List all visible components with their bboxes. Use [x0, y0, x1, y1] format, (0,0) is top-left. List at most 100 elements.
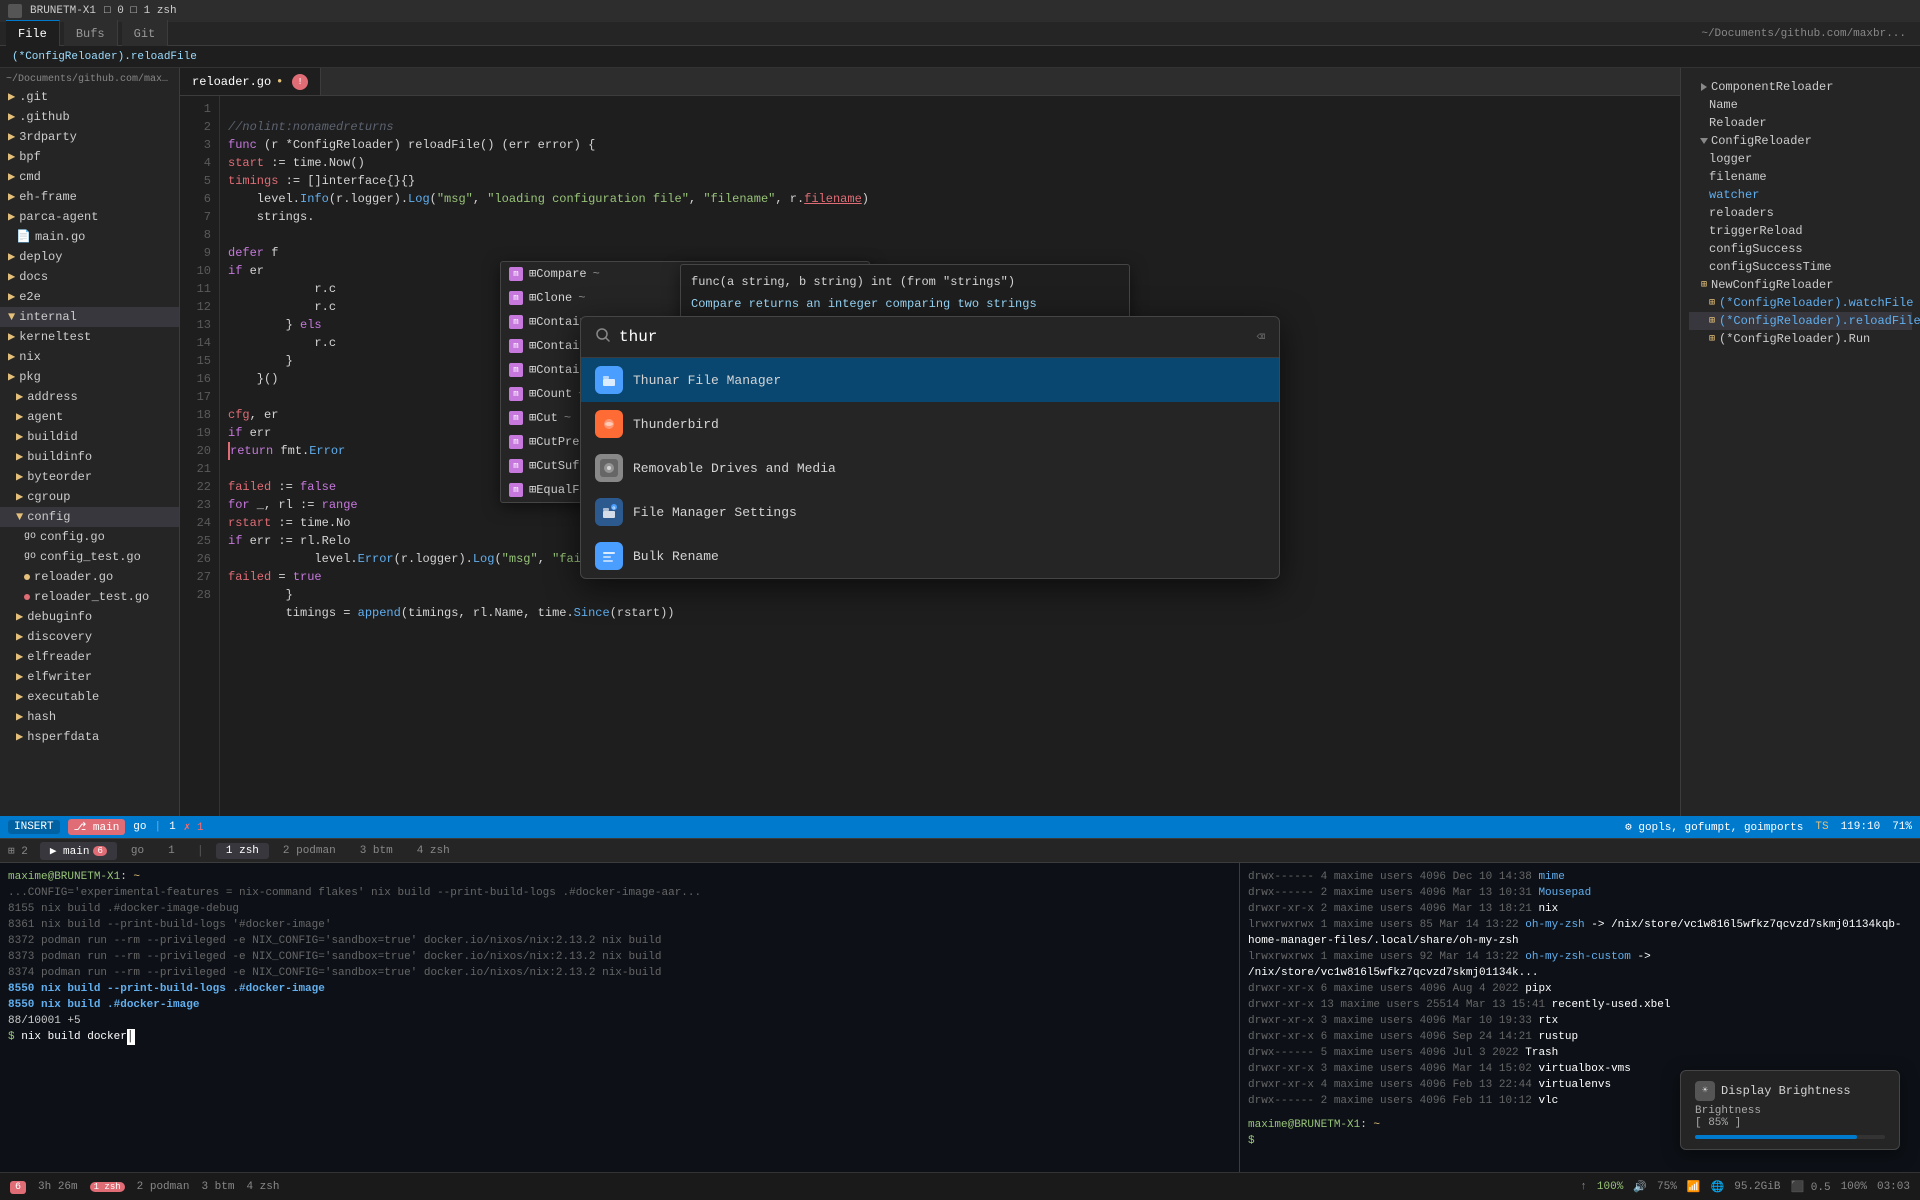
method-icon: ⊞: [1709, 315, 1715, 327]
term-tab-podman[interactable]: 2 podman: [273, 843, 346, 859]
rp-item-logger[interactable]: logger: [1689, 150, 1912, 168]
sidebar-item-deploy[interactable]: ▶deploy: [0, 247, 179, 267]
search-result-thunderbird[interactable]: Thunderbird: [581, 402, 1279, 446]
tab-modified-icon: ●: [277, 77, 282, 86]
sidebar-item-hsperfdata[interactable]: ▶hsperfdata: [0, 727, 179, 747]
line-numbers: 12345 678910 1112131415 1617181920 21222…: [180, 96, 220, 816]
term-tab-zsh1[interactable]: 1 zsh: [216, 843, 269, 859]
mem-label: 95.2GiB: [1734, 1181, 1780, 1193]
sidebar-item-nix[interactable]: ▶nix: [0, 347, 179, 367]
term-tab-main[interactable]: ▶ main 6: [40, 842, 117, 860]
sidebar-item-reloader-go[interactable]: reloader.go: [0, 567, 179, 587]
rp-item-reloadfile[interactable]: ⊞ (*ConfigReloader).reloadFile: [1689, 312, 1912, 330]
code-line: //nolint:nonamedreturns: [228, 118, 1672, 136]
term-tab-go[interactable]: go: [121, 843, 154, 859]
rp-item-trigger-reload[interactable]: triggerReload: [1689, 222, 1912, 240]
editor-tab-reloader[interactable]: reloader.go ● !: [180, 68, 321, 95]
sidebar-item-config[interactable]: ▼config: [0, 507, 179, 527]
term-tab-label: ▶ main: [50, 844, 90, 858]
terminal-left[interactable]: maxime@BRUNETM-X1: ~ ...CONFIG='experime…: [0, 863, 1240, 1172]
tab-git[interactable]: Git: [122, 20, 169, 48]
rp-item-reloader[interactable]: Reloader: [1689, 114, 1912, 132]
search-overlay[interactable]: ⌫ Thunar File Manager: [580, 316, 1280, 579]
zoom: 71%: [1892, 821, 1912, 833]
rp-label: NewConfigReloader: [1711, 278, 1833, 292]
sidebar-item-bpf[interactable]: ▶bpf: [0, 147, 179, 167]
rp-label: (*ConfigReloader).watchFile: [1719, 296, 1913, 310]
term-line: drwxr-xr-x 13 maxime users 25514 Mar 13 …: [1248, 997, 1912, 1013]
sidebar-item-docs[interactable]: ▶docs: [0, 267, 179, 287]
sidebar-item-address[interactable]: ▶address: [0, 387, 179, 407]
sidebar-item-cmd[interactable]: ▶cmd: [0, 167, 179, 187]
sidebar-item-reloader-test-go[interactable]: reloader_test.go: [0, 587, 179, 607]
rp-label: (*ConfigReloader).Run: [1719, 332, 1870, 346]
sidebar-item-discovery[interactable]: ▶discovery: [0, 627, 179, 647]
rp-item-run[interactable]: ⊞ (*ConfigReloader).Run: [1689, 330, 1912, 348]
rp-item-new-config-reloader[interactable]: ⊞ NewConfigReloader: [1689, 276, 1912, 294]
sidebar-item-3rdparty[interactable]: ▶3rdparty: [0, 127, 179, 147]
ac-method-icon: m: [509, 411, 523, 425]
rp-item-config-reloader[interactable]: ConfigReloader: [1689, 132, 1912, 150]
sidebar-item-config-go[interactable]: goconfig.go: [0, 527, 179, 547]
rp-item-component-reloader[interactable]: ComponentReloader: [1689, 78, 1912, 96]
sidebar-item-byteorder[interactable]: ▶byteorder: [0, 467, 179, 487]
search-result-file-settings[interactable]: ⚙ File Manager Settings: [581, 490, 1279, 534]
sidebar-item-kerneltest[interactable]: ▶kerneltest: [0, 327, 179, 347]
sidebar-item-executable[interactable]: ▶executable: [0, 687, 179, 707]
term-line: 8361 nix build --print-build-logs '#dock…: [8, 917, 1231, 933]
term-line: 8372 podman run --rm --privileged -e NIX…: [8, 933, 1231, 949]
search-input[interactable]: [619, 328, 1249, 346]
search-result-bulk-rename[interactable]: Bulk Rename: [581, 534, 1279, 578]
rp-item-reloaders[interactable]: reloaders: [1689, 204, 1912, 222]
sidebar-item-git[interactable]: ▶.git: [0, 87, 179, 107]
term-tab-btm[interactable]: 3 btm: [350, 843, 403, 859]
rp-item-config-success[interactable]: configSuccess: [1689, 240, 1912, 258]
sidebar-item-e2e[interactable]: ▶e2e: [0, 287, 179, 307]
sidebar-path: ~/Documents/github.com/maxbr...: [0, 72, 179, 87]
workspace-indicator: 6: [10, 1181, 26, 1193]
sidebar-item-github[interactable]: ▶.github: [0, 107, 179, 127]
rp-item-watcher[interactable]: watcher: [1689, 186, 1912, 204]
sidebar-item-agent[interactable]: ▶agent: [0, 407, 179, 427]
sidebar-item-cgroup[interactable]: ▶cgroup: [0, 487, 179, 507]
bottom-bar: 6 3h 26m 1 zsh 2 podman 3 btm 4 zsh ↑ 10…: [0, 1172, 1920, 1200]
rp-item-watchfile[interactable]: ⊞ (*ConfigReloader).watchFile: [1689, 294, 1912, 312]
ac-label: ⊞Cut: [529, 409, 558, 427]
rp-item-name[interactable]: Name: [1689, 96, 1912, 114]
term-tab-zsh4[interactable]: 4 zsh: [407, 843, 460, 859]
volume-percent: 75%: [1657, 1181, 1677, 1193]
load-label: ⬛ 0.5: [1790, 1180, 1830, 1194]
rp-item-filename[interactable]: filename: [1689, 168, 1912, 186]
term-line: 88/10001 +5: [8, 1013, 1231, 1029]
sidebar-item-maingo[interactable]: 📄main.go: [0, 227, 179, 247]
sidebar-item-config-test-go[interactable]: goconfig_test.go: [0, 547, 179, 567]
search-result-label: Thunderbird: [633, 417, 719, 432]
sidebar-item-internal[interactable]: ▼internal: [0, 307, 179, 327]
notif-icon: ☀: [1695, 1081, 1715, 1101]
sidebar-item-buildinfo[interactable]: ▶buildinfo: [0, 447, 179, 467]
ac-method-icon: m: [509, 459, 523, 473]
term-line: lrwxrwxrwx 1 maxime users 92 Mar 14 13:2…: [1248, 949, 1912, 981]
sidebar-item-buildid[interactable]: ▶buildid: [0, 427, 179, 447]
search-result-thunar[interactable]: Thunar File Manager: [581, 358, 1279, 402]
sidebar-item-pkg[interactable]: ▶pkg: [0, 367, 179, 387]
battery2-label: 100%: [1841, 1181, 1867, 1193]
volume-icon: 🔊: [1633, 1180, 1647, 1194]
code-line: level.Info(r.logger).Log("msg", "loading…: [228, 190, 1672, 208]
sidebar-item-debuginfo[interactable]: ▶debuginfo: [0, 607, 179, 627]
tab-bufs-label: Bufs: [76, 27, 105, 41]
term-tab-1[interactable]: 1: [158, 843, 185, 859]
sidebar-item-hash[interactable]: ▶hash: [0, 707, 179, 727]
terminal-tabs: ⊞ 2 ▶ main 6 go 1 | 1 zsh 2 podman 3 btm…: [0, 838, 1920, 862]
sidebar-item-parca-agent[interactable]: ▶parca-agent: [0, 207, 179, 227]
search-clear-icon[interactable]: ⌫: [1257, 329, 1265, 346]
term-line: drwx------ 2 maxime users 4096 Mar 13 10…: [1248, 885, 1912, 901]
sidebar-item-eh-frame[interactable]: ▶eh-frame: [0, 187, 179, 207]
rp-item-config-success-time[interactable]: configSuccessTime: [1689, 258, 1912, 276]
search-result-drives[interactable]: Removable Drives and Media: [581, 446, 1279, 490]
tab-file[interactable]: File: [6, 20, 60, 48]
tab-bufs[interactable]: Bufs: [64, 20, 118, 48]
sidebar-item-elfreader[interactable]: ▶elfreader: [0, 647, 179, 667]
time-right: 03:03: [1877, 1181, 1910, 1193]
sidebar-item-elfwriter[interactable]: ▶elfwriter: [0, 667, 179, 687]
